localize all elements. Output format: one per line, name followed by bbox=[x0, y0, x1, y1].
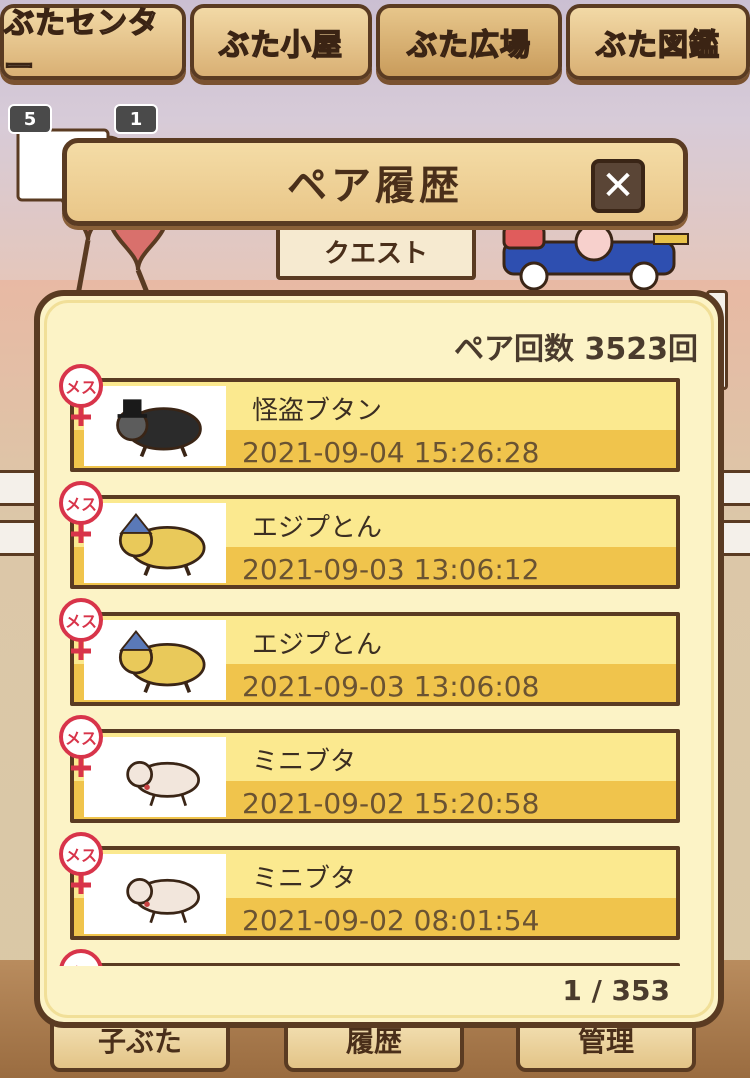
tab-buta-koya[interactable]: ぶた小屋 bbox=[190, 4, 372, 80]
tab-label: ぶた広場 bbox=[406, 27, 531, 64]
pig-thumbnail bbox=[84, 854, 226, 934]
list-item-card bbox=[70, 963, 680, 966]
notification-badge-1: 5 bbox=[8, 104, 52, 134]
list-item-card: ミニブタ 2021-09-02 08:01:54 bbox=[70, 846, 680, 940]
pig-thumbnail bbox=[84, 386, 226, 466]
female-icon: メス bbox=[59, 598, 103, 660]
pig-icon bbox=[118, 630, 206, 693]
pig-thumbnail bbox=[84, 620, 226, 700]
list-item-card: ミニブタ 2021-09-02 15:20:58 bbox=[70, 729, 680, 823]
pair-date: 2021-09-02 15:20:58 bbox=[242, 787, 540, 820]
pair-history-list[interactable]: 怪盗ブタン 2021-09-04 15:26:28 メス エジプとん 2021-09-0… bbox=[40, 360, 700, 966]
list-item-card: エジプとん 2021-09-03 13:06:12 bbox=[70, 495, 680, 589]
pig-car-decoration bbox=[502, 222, 689, 290]
page-indicator: 1 / 353 bbox=[562, 974, 670, 1007]
gender-label: メス bbox=[65, 729, 97, 748]
list-item[interactable]: 怪盗ブタン 2021-09-04 15:26:28 メス bbox=[59, 364, 680, 472]
tab-buta-zukan[interactable]: ぶた図鑑 bbox=[566, 4, 750, 80]
pig-name: ミニブタ bbox=[252, 747, 357, 777]
dialog-title: ペア履歴 bbox=[287, 163, 463, 209]
pig-icon bbox=[118, 513, 206, 576]
tab-label: ぶた図鑑 bbox=[595, 27, 720, 64]
pig-name: 怪盗ブタン bbox=[252, 396, 383, 426]
tab-label: ぶた小屋 bbox=[218, 27, 343, 64]
tab-label: ぶたセンター bbox=[3, 5, 159, 86]
pig-icon bbox=[126, 877, 200, 924]
gender-label: メス bbox=[65, 378, 97, 397]
list-item[interactable]: エジプとん 2021-09-03 13:06:08 メス bbox=[59, 598, 680, 706]
list-item[interactable]: エジプとん 2021-09-03 13:06:12 メス bbox=[59, 481, 680, 589]
gender-label: メス bbox=[65, 612, 97, 631]
quest-sign: クエスト bbox=[276, 222, 476, 280]
close-icon: ✕ bbox=[601, 163, 635, 209]
female-icon: メス bbox=[59, 364, 103, 426]
pig-name: エジプとん bbox=[252, 630, 383, 660]
gender-label: メス bbox=[65, 963, 97, 966]
pig-name: エジプとん bbox=[252, 513, 383, 543]
pair-date: 2021-09-03 13:06:12 bbox=[242, 553, 540, 586]
gender-label: メス bbox=[65, 846, 97, 865]
pig-icon bbox=[126, 760, 200, 807]
tab-buta-hiroba[interactable]: ぶた広場 bbox=[376, 4, 562, 80]
female-icon: メス bbox=[59, 832, 103, 894]
close-button[interactable]: ✕ bbox=[591, 159, 645, 213]
pair-date: 2021-09-03 13:06:08 bbox=[242, 670, 540, 703]
pig-thumbnail bbox=[84, 737, 226, 817]
notification-badge-2: 1 bbox=[114, 104, 158, 134]
pair-date: 2021-09-04 15:26:28 bbox=[242, 436, 540, 469]
pair-date: 2021-09-02 08:01:54 bbox=[242, 904, 540, 937]
pig-icon bbox=[116, 399, 202, 458]
pig-name: ミニブタ bbox=[252, 864, 357, 894]
female-icon: メス bbox=[59, 949, 103, 966]
pig-thumbnail bbox=[84, 503, 226, 583]
female-icon: メス bbox=[59, 715, 103, 777]
list-item[interactable]: ミニブタ 2021-09-02 08:01:54 メス bbox=[59, 832, 680, 940]
dialog-title-plaque: ペア履歴 ✕ bbox=[62, 138, 688, 226]
quest-sign-label: クエスト bbox=[323, 238, 428, 269]
list-item[interactable]: メス bbox=[59, 949, 680, 966]
gender-label: メス bbox=[65, 495, 97, 514]
list-item[interactable]: ミニブタ 2021-09-02 15:20:58 メス bbox=[59, 715, 680, 823]
tab-buta-center[interactable]: ぶたセンター bbox=[0, 4, 186, 86]
list-item-card: エジプとん 2021-09-03 13:06:08 bbox=[70, 612, 680, 706]
female-icon: メス bbox=[59, 481, 103, 543]
list-item-card: 怪盗ブタン 2021-09-04 15:26:28 bbox=[70, 378, 680, 472]
top-nav: ぶたセンター ぶた小屋 ぶた広場 ぶた図鑑 bbox=[0, 0, 750, 86]
